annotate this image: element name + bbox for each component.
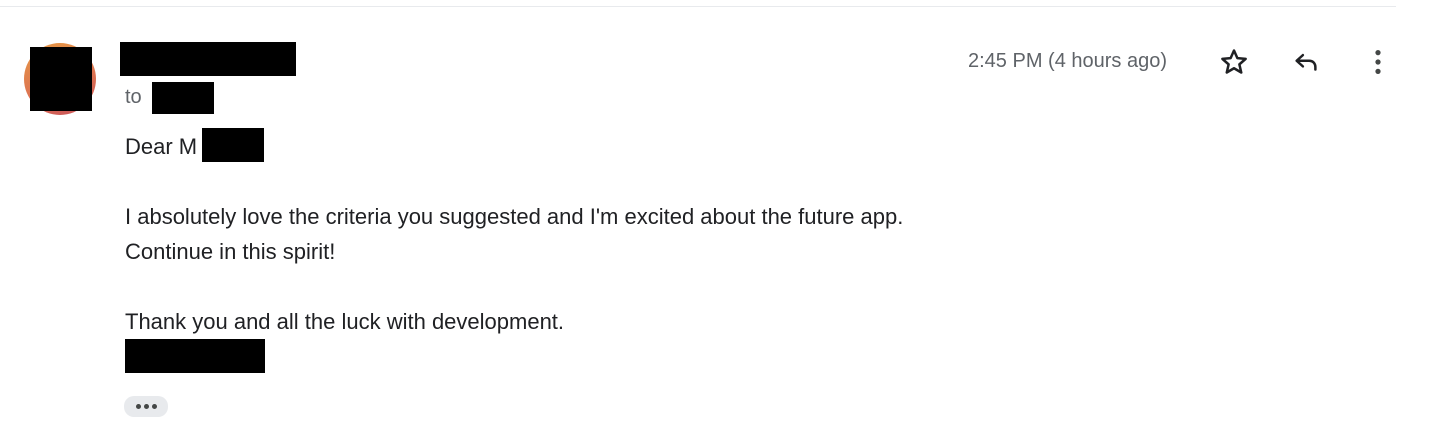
message-closing-line: Thank you and all the luck with developm… bbox=[125, 309, 565, 334]
message-timestamp: 2:45 PM (4 hours ago) bbox=[968, 50, 1167, 72]
reply-button[interactable] bbox=[1286, 42, 1326, 82]
recipient-label: to bbox=[125, 86, 142, 108]
more-vertical-icon bbox=[1375, 50, 1381, 74]
star-outline-icon bbox=[1221, 49, 1247, 74]
ellipsis-dot-icon bbox=[135, 404, 141, 409]
message-paragraph-line: Continue in this spirit! bbox=[125, 239, 336, 264]
sender-name-redaction bbox=[120, 42, 296, 76]
email-message-view: to 2:45 PM (4 hours ago) Dear M I absolu… bbox=[0, 0, 1436, 446]
message-greeting: Dear M bbox=[125, 134, 198, 159]
top-divider bbox=[0, 6, 1396, 7]
greeting-name-redaction bbox=[202, 128, 264, 162]
sender-avatar[interactable] bbox=[24, 43, 96, 115]
reply-icon bbox=[1295, 53, 1317, 71]
ellipsis-dot-icon bbox=[151, 404, 157, 409]
recipient-name-redaction bbox=[152, 82, 214, 114]
star-button[interactable] bbox=[1214, 42, 1254, 82]
more-options-button[interactable] bbox=[1358, 42, 1398, 82]
avatar-redaction bbox=[30, 47, 92, 111]
show-trimmed-content-button[interactable] bbox=[124, 396, 168, 417]
ellipsis-dot-icon bbox=[143, 404, 149, 409]
message-paragraph-line: I absolutely love the criteria you sugge… bbox=[125, 204, 904, 229]
signature-redaction bbox=[125, 339, 265, 373]
